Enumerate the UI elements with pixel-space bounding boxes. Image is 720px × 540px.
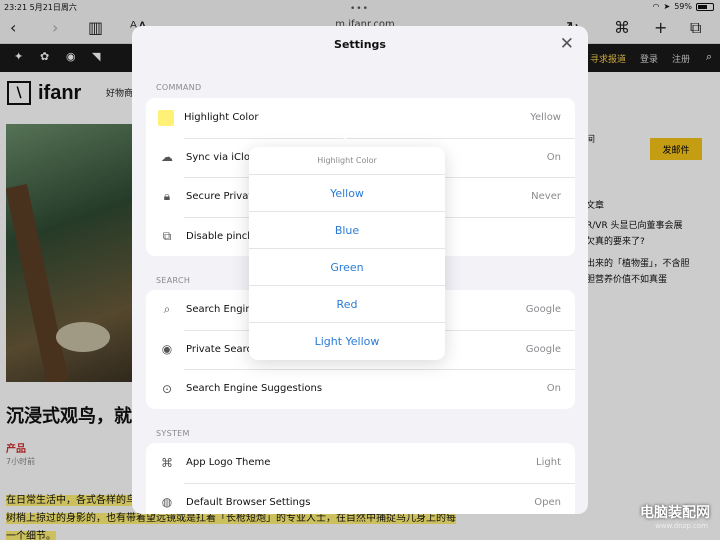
highlight-swatch [158,109,174,126]
watermark-title: 电脑装配网 [640,505,710,521]
settings-title: Settings [334,38,386,51]
search-icon: ⌕ [163,302,171,317]
option-yellow[interactable]: Yellow [249,175,445,212]
option-blue[interactable]: Blue [249,212,445,249]
close-icon[interactable]: ✕ [560,34,574,54]
option-green[interactable]: Green [249,249,445,286]
command-icon: ⌘ [161,455,173,470]
popup-title: Highlight Color [249,147,445,175]
row-app-logo-theme[interactable]: ⌘ App Logo Theme Light [146,443,575,483]
section-system: SYSTEM [156,429,190,438]
eye-slash-icon: ◉ [161,342,173,357]
globe-icon: ◍ [161,495,173,510]
section-command: COMMAND [156,83,202,92]
row-search-suggestions[interactable]: ⊙ Search Engine Suggestions On [146,369,575,409]
section-search: SEARCH [156,276,191,285]
pinch-icon: ⧉ [162,228,172,243]
option-light-yellow[interactable]: Light Yellow [249,323,445,360]
system-group: ⌘ App Logo Theme Light ◍ Default Browser… [146,443,575,514]
search-circle-icon: ⊙ [161,381,173,396]
row-highlight-color[interactable]: Highlight Color Yellow [146,98,575,138]
watermark-url: www.dnzp.com [655,522,708,530]
option-red[interactable]: Red [249,286,445,323]
row-default-browser[interactable]: ◍ Default Browser Settings Open [146,482,575,515]
lock-icon: 🔒︎ [163,189,171,204]
cloud-icon: ☁ [161,150,173,165]
highlight-color-popup: Highlight Color Yellow Blue Green Red Li… [249,147,445,360]
